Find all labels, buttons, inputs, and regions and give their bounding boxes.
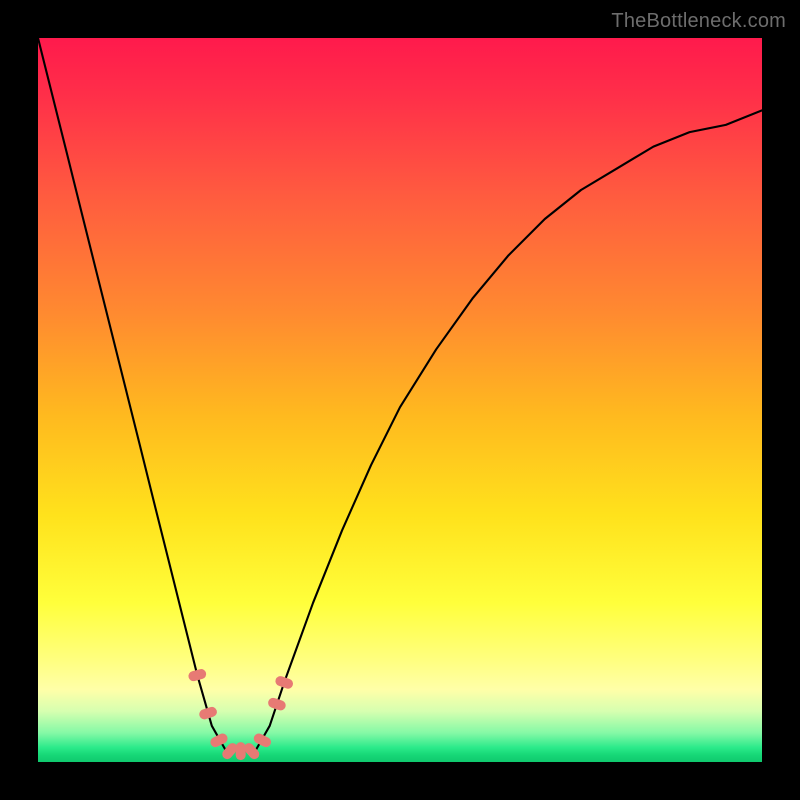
curve-marker: [209, 732, 230, 749]
curve-marker: [252, 732, 273, 749]
watermark-text: TheBottleneck.com: [611, 10, 786, 33]
curve-markers: [187, 668, 294, 761]
curve-marker: [187, 668, 207, 682]
curve-marker: [267, 697, 287, 712]
curve-layer: [38, 38, 762, 762]
curve-marker: [274, 675, 294, 690]
curve-marker: [198, 706, 218, 721]
bottleneck-curve: [38, 38, 762, 751]
chart-frame: TheBottleneck.com: [0, 0, 800, 800]
curve-marker: [236, 742, 246, 760]
plot-area: [38, 38, 762, 762]
